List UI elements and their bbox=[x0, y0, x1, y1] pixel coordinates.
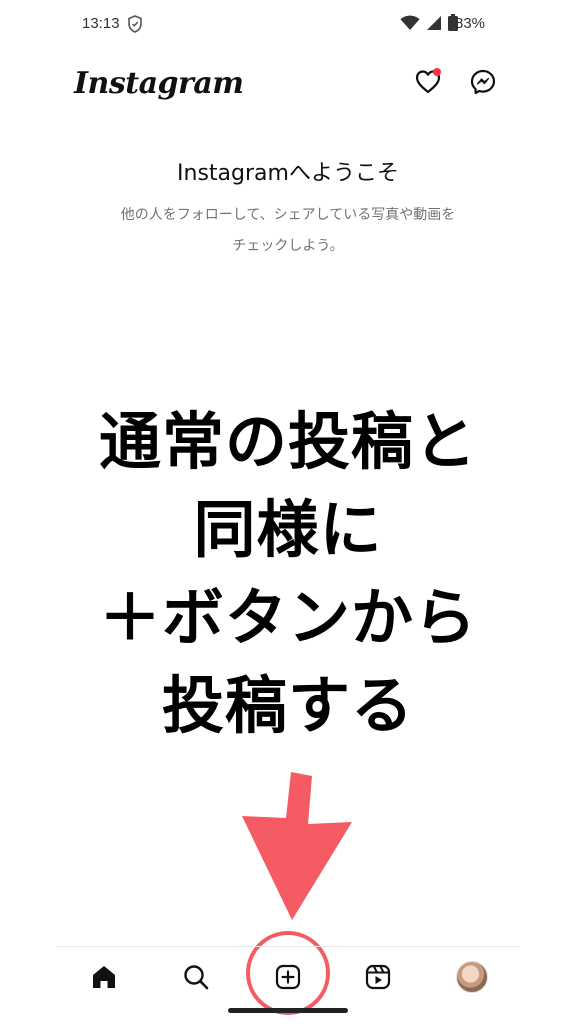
arrow-shape bbox=[242, 772, 352, 920]
annotation-arrow bbox=[242, 772, 352, 1015]
nav-home[interactable] bbox=[84, 957, 124, 997]
home-icon bbox=[93, 966, 115, 988]
reels-icon bbox=[365, 964, 391, 990]
search-icon bbox=[184, 965, 209, 990]
nav-search[interactable] bbox=[176, 957, 216, 997]
bottom-nav bbox=[0, 947, 576, 1003]
nav-create[interactable] bbox=[268, 957, 308, 997]
profile-avatar bbox=[456, 961, 488, 993]
nav-reels[interactable] bbox=[358, 957, 398, 997]
nav-profile[interactable] bbox=[452, 957, 492, 997]
home-indicator[interactable] bbox=[228, 1008, 348, 1013]
create-icon bbox=[275, 964, 301, 990]
